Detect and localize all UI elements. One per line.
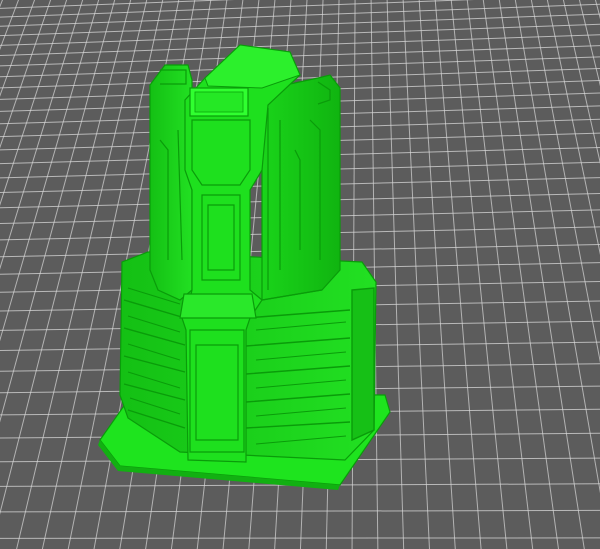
grid-line — [498, 0, 585, 549]
grid-line — [0, 45, 600, 67]
sci-fi-tower-model[interactable] — [98, 44, 391, 490]
grid-line — [0, 0, 93, 549]
grid-line — [557, 0, 600, 549]
grid-line — [0, 0, 130, 549]
grid-line — [0, 13, 600, 37]
grid-line — [0, 0, 112, 549]
grid-line — [450, 0, 508, 549]
grid-line — [434, 0, 482, 549]
viewport-scene[interactable] — [0, 0, 600, 549]
grid-line — [402, 0, 430, 549]
grid-line — [0, 0, 102, 549]
grid-line — [0, 0, 84, 549]
grid-line — [418, 0, 456, 549]
grid-line — [585, 0, 600, 549]
3d-viewport[interactable] — [0, 0, 600, 549]
grid-line — [0, 23, 600, 46]
grid-line — [466, 0, 534, 549]
grid-line — [0, 3, 600, 27]
grid-line — [0, 509, 600, 513]
tower-right-column — [261, 74, 341, 301]
grid-line — [514, 0, 600, 494]
grid-line — [386, 0, 405, 549]
grid-line — [0, 34, 600, 56]
